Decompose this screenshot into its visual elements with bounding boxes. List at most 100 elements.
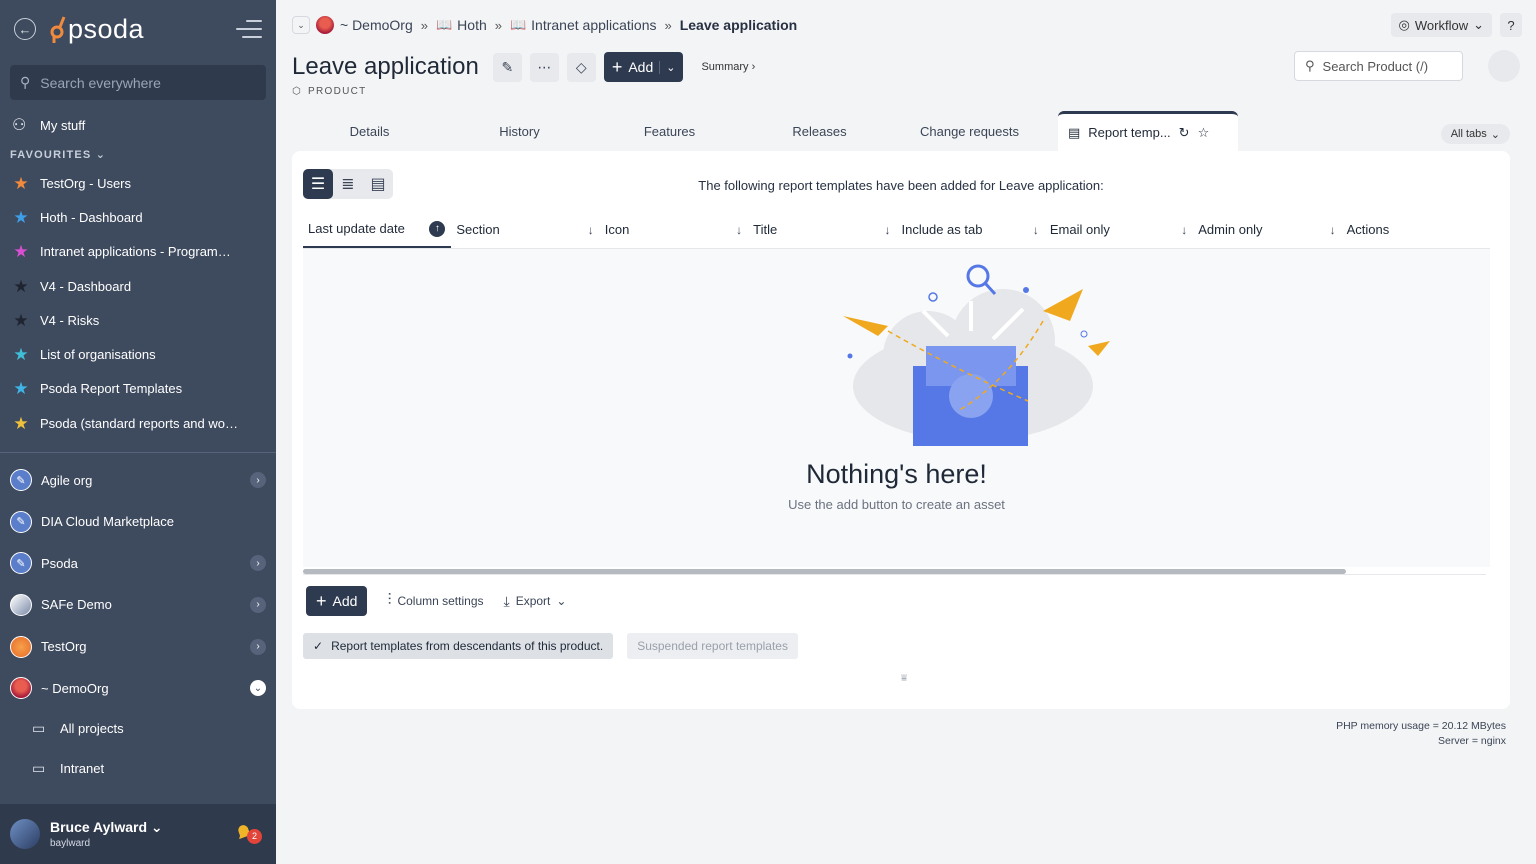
favourite-item[interactable]: ★ Intranet applications - Programme...	[0, 235, 276, 269]
tab-features[interactable]: Features	[592, 111, 747, 151]
briefcase-icon: ▭	[32, 720, 46, 737]
global-search-input[interactable]: ⚲ Search everywhere	[10, 65, 266, 100]
column-header[interactable]: Icon ↓	[600, 211, 748, 248]
sort-icon[interactable]: ↓	[736, 223, 742, 237]
summary-link[interactable]: Summary ›	[701, 61, 755, 73]
empty-state: Nothing's here! Use the add button to cr…	[303, 249, 1490, 567]
org-label: DIA Cloud Marketplace	[41, 514, 174, 530]
chevron-right-icon[interactable]: ›	[250, 638, 266, 655]
org-sub-item[interactable]: ▭ Intranet	[0, 749, 276, 789]
briefcase-icon: ▭	[32, 760, 46, 777]
sort-icon[interactable]: ↓	[885, 223, 891, 237]
sort-icon[interactable]: ↓	[1033, 223, 1039, 237]
psoda-logo[interactable]: psoda	[50, 14, 144, 45]
footer-add-label: Add	[332, 593, 358, 609]
workflow-label: Workflow	[1414, 17, 1469, 33]
back-icon[interactable]: ←	[14, 18, 36, 40]
org-item[interactable]: ✎ Psoda ›	[0, 543, 276, 585]
workflow-button[interactable]: ◎ Workflow ⌄	[1390, 13, 1492, 37]
column-settings-button[interactable]: ⫶ Column settings	[387, 592, 483, 610]
refresh-icon[interactable]: ↻	[1179, 125, 1190, 141]
column-header-label: Icon	[604, 222, 630, 237]
export-button[interactable]: ⤓ Export ⌄	[504, 593, 567, 610]
star-icon: ★	[13, 207, 29, 227]
breadcrumb-item-programme[interactable]: Hoth	[457, 17, 487, 33]
favourites-heading[interactable]: FAVOURITES ⌄	[0, 142, 276, 166]
tab-history[interactable]: History	[442, 111, 597, 151]
tab-report-templates[interactable]: ▤ Report temp... ↻ ☆	[1058, 111, 1238, 151]
chevron-down-icon[interactable]: ⌄	[250, 680, 266, 697]
favourite-item[interactable]: ★ List of organisations	[0, 337, 276, 371]
column-header[interactable]: Actions	[1342, 211, 1490, 248]
org-label: Psoda	[41, 555, 78, 571]
notifications-icon[interactable]: 2	[234, 823, 262, 846]
my-stuff-link[interactable]: ⚇ My stuff	[0, 108, 276, 142]
column-header[interactable]: Email only ↓	[1045, 211, 1193, 248]
user-panel[interactable]: Bruce Aylward ⌄ baylward 2	[0, 804, 276, 864]
column-header[interactable]: Section ↓	[451, 211, 599, 248]
tab-details[interactable]: Details	[292, 111, 447, 151]
sort-icon[interactable]: ↓	[588, 223, 594, 237]
star-icon: ★	[13, 310, 29, 330]
quick-edit-button[interactable]	[1488, 50, 1520, 82]
collapse-menu-icon[interactable]	[236, 20, 262, 38]
org-item[interactable]: TestOrg ›	[0, 626, 276, 668]
footer-add-button[interactable]: + Add	[306, 586, 368, 616]
star-icon: ★	[13, 379, 29, 399]
favourite-label: Intranet applications - Programme...	[40, 244, 240, 260]
org-item[interactable]: ~ DemoOrg ⌄	[0, 667, 276, 709]
scrollbar-thumb[interactable]	[303, 569, 1346, 574]
user-name[interactable]: Bruce Aylward ⌄	[50, 819, 163, 836]
breadcrumb-item-project[interactable]: Intranet applications	[531, 17, 656, 33]
avatar[interactable]	[10, 819, 40, 849]
search-product-input[interactable]: ⚲ Search Product (/)	[1294, 51, 1463, 81]
all-tabs-button[interactable]: All tabs ⌄	[1440, 124, 1510, 144]
filter-chip-suspended[interactable]: Suspended report templates	[627, 633, 798, 659]
breadcrumb-dropdown-icon[interactable]: ⌄	[292, 16, 310, 34]
favourite-item[interactable]: ★ V4 - Risks	[0, 303, 276, 337]
logo-text: psoda	[68, 13, 145, 44]
tag-button[interactable]: ◇	[566, 52, 596, 82]
sort-ascending-icon[interactable]: ↑	[429, 220, 446, 237]
favourite-item[interactable]: ★ V4 - Dashboard	[0, 269, 276, 303]
column-header-label: Email only	[1049, 222, 1110, 237]
chevron-down-icon: ⌄	[556, 594, 567, 608]
column-header[interactable]: Admin only ↓	[1193, 211, 1341, 248]
tab-releases[interactable]: Releases	[742, 111, 897, 151]
programme-icon: 📖	[435, 17, 453, 32]
sort-icon[interactable]: ↓	[1181, 223, 1187, 237]
table-header: Last update date ↑ Section ↓ Icon ↓ Title ↓ Incl…	[303, 211, 1490, 249]
help-button[interactable]: ?	[1500, 13, 1522, 37]
tab-change-requests[interactable]: Change requests	[892, 111, 1047, 151]
column-header[interactable]: Include as tab ↓	[897, 211, 1045, 248]
column-header[interactable]: Last update date ↑	[303, 211, 452, 248]
chevron-right-icon[interactable]: ›	[250, 555, 266, 572]
favourite-item[interactable]: ★ Hoth - Dashboard	[0, 200, 276, 234]
column-header[interactable]: Title ↓	[748, 211, 896, 248]
filter-chip-descendants[interactable]: ✓ Report templates from descendants of t…	[303, 633, 614, 659]
org-item[interactable]: ✎ Agile org ›	[0, 459, 276, 501]
org-sub-item[interactable]: ▭ All projects	[0, 709, 276, 749]
org-label: ~ DemoOrg	[41, 680, 109, 696]
edit-button[interactable]: ✎	[492, 52, 522, 82]
column-header-label: Title	[753, 222, 778, 237]
org-item[interactable]: ✎ DIA Cloud Marketplace	[0, 501, 276, 543]
org-item[interactable]: SAFe Demo ›	[0, 584, 276, 626]
chevron-right-icon[interactable]: ›	[250, 596, 266, 613]
favourite-item[interactable]: ★ TestOrg - Users	[0, 166, 276, 200]
favourite-item[interactable]: ★ Psoda Report Templates	[0, 372, 276, 406]
workflow-icon: ◎	[1398, 17, 1410, 32]
chevron-right-icon[interactable]: ›	[250, 472, 266, 489]
favourites-list: ★ TestOrg - Users ★ Hoth - Dashboard ★ Intran…	[0, 166, 276, 440]
star-icon[interactable]: ☆	[1198, 125, 1210, 141]
breadcrumb-item-org[interactable]: ~ DemoOrg	[340, 17, 413, 33]
sort-icon[interactable]: ↓	[1330, 223, 1336, 237]
filter-chip-descendants-label: Report templates from descendants of thi…	[331, 639, 604, 653]
horizontal-scrollbar[interactable]	[303, 569, 1486, 575]
more-button[interactable]: ⋯	[529, 52, 559, 82]
add-button[interactable]: + Add ⌄	[603, 52, 684, 82]
favourite-item[interactable]: ★ Psoda (standard reports and work...	[0, 406, 276, 440]
chevron-down-icon[interactable]: ⌄	[659, 60, 675, 74]
resize-handle-icon[interactable]: ⩸	[901, 673, 907, 684]
tab-bar: Details History Features Releases Change…	[292, 111, 1510, 151]
